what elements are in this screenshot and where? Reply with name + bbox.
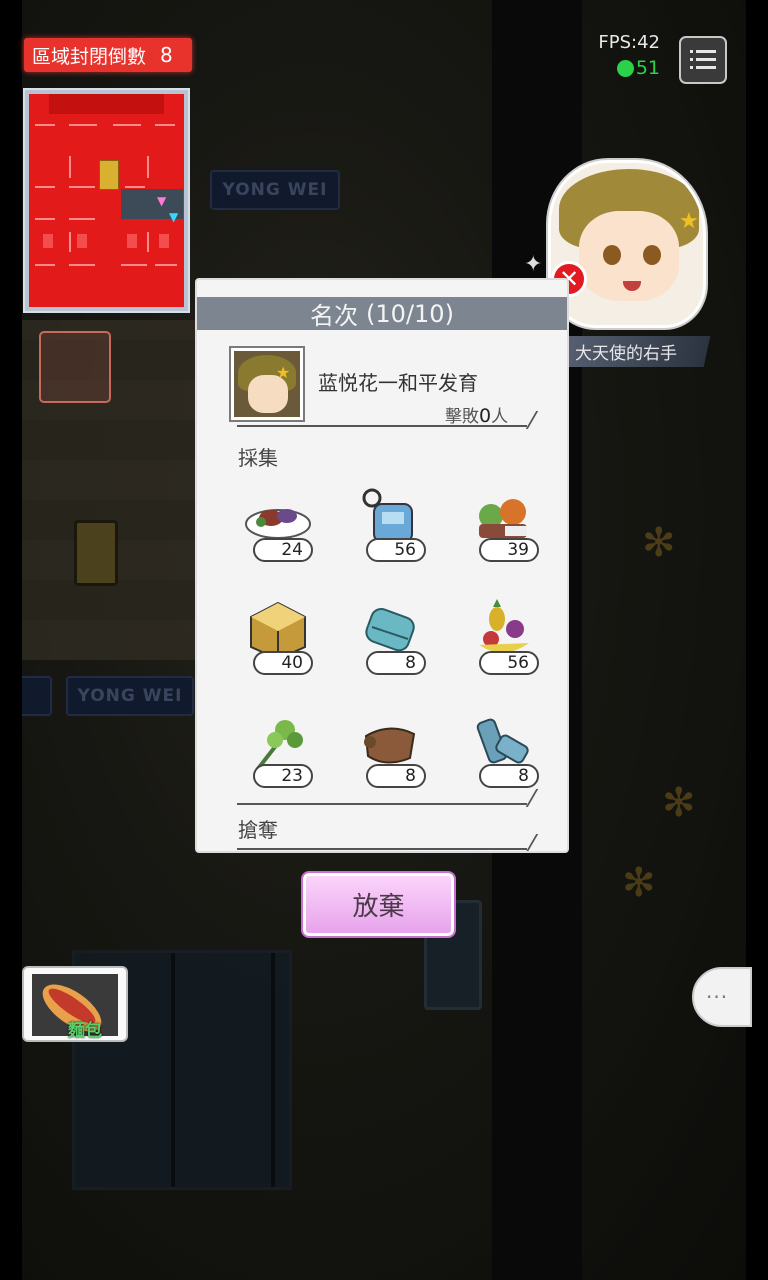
kill-count: 擊敗0人 [445,402,508,427]
divider [237,425,527,427]
item-food-pile: 39 [463,486,563,576]
item-cardboard-box: 40 [237,599,337,689]
kills-value: 0 [479,405,492,427]
zone-close-countdown: 區域封閉倒數 8 [24,38,192,72]
kills-prefix: 擊敗 [445,407,479,427]
menu-button[interactable] [679,36,727,84]
result-panel: 名次 (10/10) ★ 蓝悦花一和平发育 擊敗0人 採集 24 56 39 4… [195,278,569,853]
countdown-label: 區域封閉倒數 [32,45,147,68]
player-name: 蓝悦花一和平发育 [318,371,478,395]
item-count: 8 [479,764,539,788]
player-marker-icon: ▼ [157,194,167,208]
ping-value: 51 [635,57,660,79]
countdown-value: 8 [160,43,173,67]
minimap-area: ▼ ▼ [29,94,184,307]
fps-counter: FPS:42 [598,32,660,53]
item-cloth-towel: 8 [350,599,450,689]
star-hairpin-icon: ★ [276,363,291,382]
item-count: 39 [479,538,539,562]
character-name: 大天使的右手 [575,344,677,364]
ally-marker-icon: ▼ [169,210,179,224]
gather-label: 採集 [238,446,278,470]
minimap-building [99,160,119,190]
item-count: 8 [366,764,426,788]
item-pipe-fitting: 8 [463,712,563,802]
item-count: 8 [366,651,426,675]
divider [237,848,527,850]
minimap[interactable]: ▼ ▼ [23,88,190,313]
rank-value: (10/10) [366,299,454,328]
chat-button[interactable]: ··· [692,967,752,1027]
kills-suffix: 人 [491,407,509,427]
panel-title: 名次 (10/10) [197,297,567,330]
player-avatar: ★ [231,348,303,420]
character-face: ★ [548,160,706,328]
item-herb-bundle: 23 [237,712,337,802]
give-up-button[interactable]: 放棄 [303,873,454,936]
divider [237,803,527,805]
item-count: 24 [253,538,313,562]
item-count: 23 [253,764,313,788]
item-count: 40 [253,651,313,675]
item-leather-scroll: 8 [350,712,450,802]
quick-item-slot[interactable]: 麵包 [22,966,128,1042]
quick-item-label: 麵包 [68,1021,102,1041]
empty-skill-slot[interactable] [39,331,111,403]
item-meat-plate: 24 [237,486,337,576]
item-count: 56 [479,651,539,675]
star-hairpin-icon: ★ [679,209,699,234]
rank-label: 名次 [310,302,359,330]
item-fruit-basket: 56 [463,599,563,689]
item-count: 56 [366,538,426,562]
sparkle-icon: ✦ [524,252,543,277]
list-menu-icon [690,50,716,69]
loot-label: 搶奪 [238,818,278,842]
item-water-bottle: 56 [350,486,450,576]
